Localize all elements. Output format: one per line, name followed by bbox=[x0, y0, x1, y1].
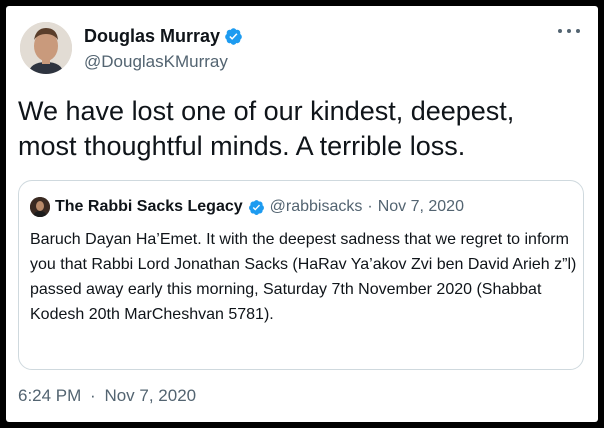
quoted-avatar-portrait-icon bbox=[30, 197, 50, 217]
author-avatar[interactable] bbox=[20, 22, 72, 74]
quoted-tweet[interactable]: The Rabbi Sacks Legacy @rabbisacks · Nov… bbox=[18, 180, 584, 370]
tweet-text: We have lost one of our kindest, deepest… bbox=[18, 96, 515, 161]
quoted-tweet-text: Baruch Dayan Ha’Emet. It with the deepes… bbox=[30, 231, 577, 323]
quoted-author-handle[interactable]: @rabbisacks bbox=[270, 198, 363, 216]
more-dot bbox=[567, 29, 571, 33]
verified-badge-icon bbox=[225, 28, 242, 45]
avatar-portrait-icon bbox=[20, 22, 72, 74]
more-dot bbox=[558, 29, 562, 33]
timestamp-separator: · bbox=[90, 386, 96, 405]
tweet-card: Douglas Murray @DouglasKMurray We have l… bbox=[6, 6, 598, 422]
quoted-date[interactable]: Nov 7, 2020 bbox=[378, 198, 464, 216]
quoted-author-name[interactable]: The Rabbi Sacks Legacy bbox=[55, 198, 243, 216]
quoted-author-avatar[interactable] bbox=[30, 197, 50, 217]
screenshot-frame: Douglas Murray @DouglasKMurray We have l… bbox=[0, 0, 604, 428]
author-name-row: Douglas Murray bbox=[84, 26, 243, 47]
author-handle[interactable]: @DouglasKMurray bbox=[84, 52, 228, 72]
tweet-date[interactable]: Nov 7, 2020 bbox=[104, 386, 196, 405]
quoted-tweet-header: The Rabbi Sacks Legacy @rabbisacks · Nov… bbox=[30, 197, 464, 217]
author-name[interactable]: Douglas Murray bbox=[84, 26, 220, 47]
more-options-icon[interactable] bbox=[558, 24, 580, 38]
tweet-time[interactable]: 6:24 PM bbox=[18, 386, 81, 405]
more-dot bbox=[576, 29, 580, 33]
quoted-verified-badge-icon bbox=[248, 199, 264, 215]
tweet-timestamp: 6:24 PM · Nov 7, 2020 bbox=[18, 386, 200, 406]
quoted-separator: · bbox=[367, 198, 373, 215]
